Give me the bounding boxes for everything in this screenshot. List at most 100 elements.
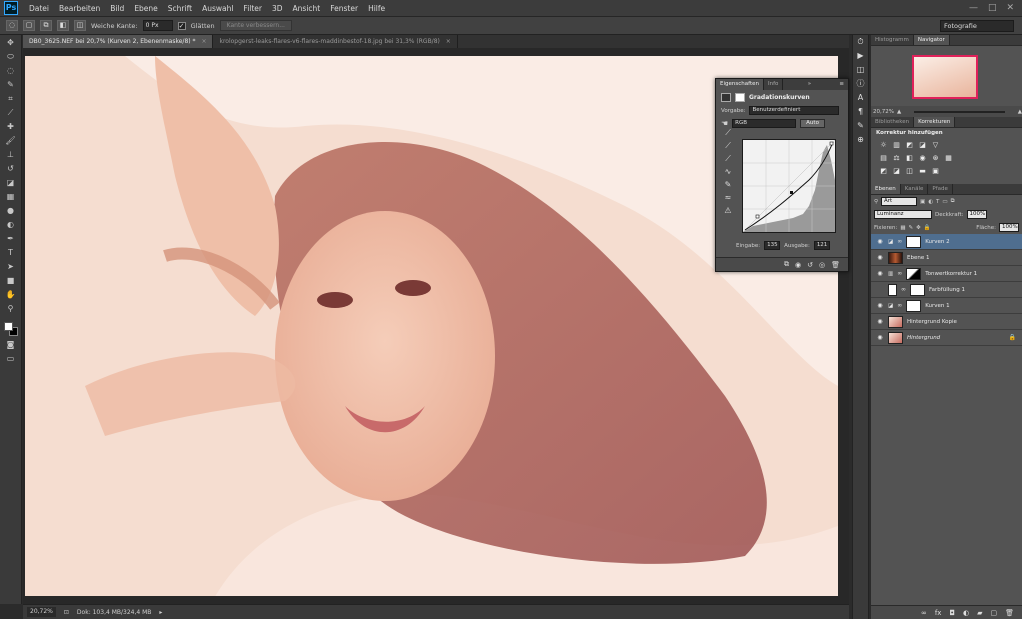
fill-color-thumbnail[interactable] [888,283,897,296]
filter-pixel-icon[interactable]: ▣ [920,199,925,205]
bw-icon[interactable]: ◧ [905,154,914,163]
minimize-button[interactable]: — [969,3,978,13]
eye-icon[interactable]: ◉ [876,318,884,325]
menu-3d[interactable]: 3D [267,4,288,13]
layer-mask-thumbnail[interactable] [906,267,922,280]
marquee-tool-icon[interactable]: ⬭ [4,50,18,63]
layer-thumbnail[interactable] [888,315,903,328]
clip-to-layer-icon[interactable]: ⧉ [784,260,789,269]
collapse-icon[interactable]: » [804,79,815,90]
info-icon[interactable]: ⓘ [853,77,868,91]
fx-icon[interactable]: fx [935,609,942,617]
brush-tool-icon[interactable]: 🖌 [4,134,18,147]
layer-row[interactable]: ◉ ◪ ∞ Kurven 2 [871,234,1022,250]
gradient-tool-icon[interactable]: ▦ [4,190,18,203]
tab-histogram[interactable]: Histogramm [871,35,914,45]
intersect-selection-icon[interactable]: ◫ [74,20,86,31]
tab-corrections[interactable]: Korrekturen [914,117,956,127]
filter-type-icon[interactable]: T [936,199,939,205]
channel-mixer-icon[interactable]: ⊛ [931,154,940,163]
path-select-tool-icon[interactable]: ➤ [4,260,18,273]
filter-adjust-icon[interactable]: ◐ [928,199,933,205]
zoom-tool-icon[interactable]: ⚲ [4,302,18,315]
status-arrow-icon[interactable]: ▸ [159,609,162,616]
actions-icon[interactable]: ▶ [853,49,868,63]
blur-tool-icon[interactable]: ● [4,204,18,217]
new-group-icon[interactable]: ▰ [977,609,982,617]
layer-row[interactable]: ◉ Hintergrund 🔒 [871,330,1022,346]
curve-point-icon[interactable]: ∿ [722,166,734,178]
levels-icon[interactable]: ▥ [892,141,901,150]
menu-schrift[interactable]: Schrift [163,4,197,13]
new-selection-icon[interactable]: ▢ [23,20,35,31]
filter-kind-select[interactable]: Art [881,197,918,206]
tab-layers[interactable]: Ebenen [871,184,901,194]
layer-row[interactable]: ◉ ▥ ∞ Tonwertkorrektur 1 [871,266,1022,282]
selective-color-icon[interactable]: ▣ [931,167,940,176]
menu-datei[interactable]: Datei [24,4,54,13]
menu-bearbeiten[interactable]: Bearbeiten [54,4,105,13]
layer-mask-thumbnail[interactable] [910,283,925,296]
character-icon[interactable]: A [853,91,868,105]
tab-document-1[interactable]: DB0_3625.NEF bei 20,7% (Kurven 2, Ebenen… [23,35,214,48]
brightness-icon[interactable]: ☼ [879,141,888,150]
threshold-icon[interactable]: ◫ [905,167,914,176]
close-button[interactable]: ✕ [1006,3,1014,13]
input-field[interactable]: 135 [764,241,781,250]
delete-layer-icon[interactable]: 🗑 [1005,609,1014,617]
layer-name[interactable]: Kurven 2 [925,239,949,245]
layer-row[interactable]: ◉ Ebene 1 [871,250,1022,266]
curves-adj-icon[interactable]: ◩ [905,141,914,150]
brush-settings-icon[interactable]: ✎ [853,119,868,133]
pen-tool-icon[interactable]: ✒ [4,232,18,245]
color-balance-icon[interactable]: ⚖ [892,154,901,163]
lock-icon[interactable]: 🔒 [1009,334,1022,341]
zoom-out-icon[interactable]: ▲ [897,109,901,115]
status-icon[interactable]: ⊡ [64,609,69,616]
properties-icon[interactable]: ◫ [853,63,868,77]
antialias-checkbox[interactable]: ✓ [177,21,186,30]
add-mask-icon[interactable]: ◘ [949,609,955,617]
layer-row[interactable]: ◉ Hintergrund Kopie [871,314,1022,330]
clone-source-icon[interactable]: ⊕ [853,133,868,147]
lock-pixels-icon[interactable]: ▦ [900,225,905,231]
histogram-warning-icon[interactable]: ⚠ [722,205,734,217]
preset-select[interactable]: Benutzerdefiniert [749,106,840,115]
exposure-icon[interactable]: ◪ [918,141,927,150]
stamp-tool-icon[interactable]: ⊥ [4,148,18,161]
curve-graph[interactable] [742,139,836,233]
screen-mode-icon[interactable]: ▭ [4,352,18,365]
menu-bild[interactable]: Bild [105,4,129,13]
navigator-zoom[interactable]: 20,72% [873,109,894,115]
quick-select-tool-icon[interactable]: ✎ [4,78,18,91]
tab-channels[interactable]: Kanäle [901,184,929,194]
channel-select[interactable]: RGB [732,119,797,128]
tab-info[interactable]: Info [764,79,784,90]
black-point-eyedropper-icon[interactable]: ⟋ [722,127,734,139]
layer-thumbnail[interactable] [888,331,903,344]
link-icon[interactable]: ∞ [897,238,902,245]
menu-auswahl[interactable]: Auswahl [197,4,238,13]
add-selection-icon[interactable]: ⧉ [40,20,52,31]
lock-position-icon[interactable]: ✥ [916,225,921,231]
lasso-tool-icon[interactable]: ◌ [4,64,18,77]
auto-button[interactable]: Auto [800,119,825,128]
new-layer-icon[interactable]: ▢ [990,609,997,617]
eye-icon[interactable]: ◉ [876,302,884,309]
refine-edge-button[interactable]: Kante verbessern... [219,20,292,31]
zoom-field[interactable]: 20,72% [27,607,56,617]
color-lookup-icon[interactable]: ▦ [944,154,953,163]
gradient-map-icon[interactable]: ▬ [918,167,927,176]
lock-all-icon[interactable]: 🔒 [924,225,931,231]
paragraph-icon[interactable]: ¶ [853,105,868,119]
eye-icon[interactable]: ◉ [876,334,884,341]
layer-name[interactable]: Hintergrund [907,335,940,341]
dodge-tool-icon[interactable]: ◐ [4,218,18,231]
filter-shape-icon[interactable]: ▭ [942,199,947,205]
tab-libraries[interactable]: Bibliotheken [871,117,915,127]
pencil-icon[interactable]: ✎ [722,179,734,191]
quick-mask-icon[interactable]: ◙ [4,338,18,351]
output-field[interactable]: 121 [813,241,830,250]
eraser-tool-icon[interactable]: ◪ [4,176,18,189]
white-point-eyedropper-icon[interactable]: ⟋ [722,153,734,165]
